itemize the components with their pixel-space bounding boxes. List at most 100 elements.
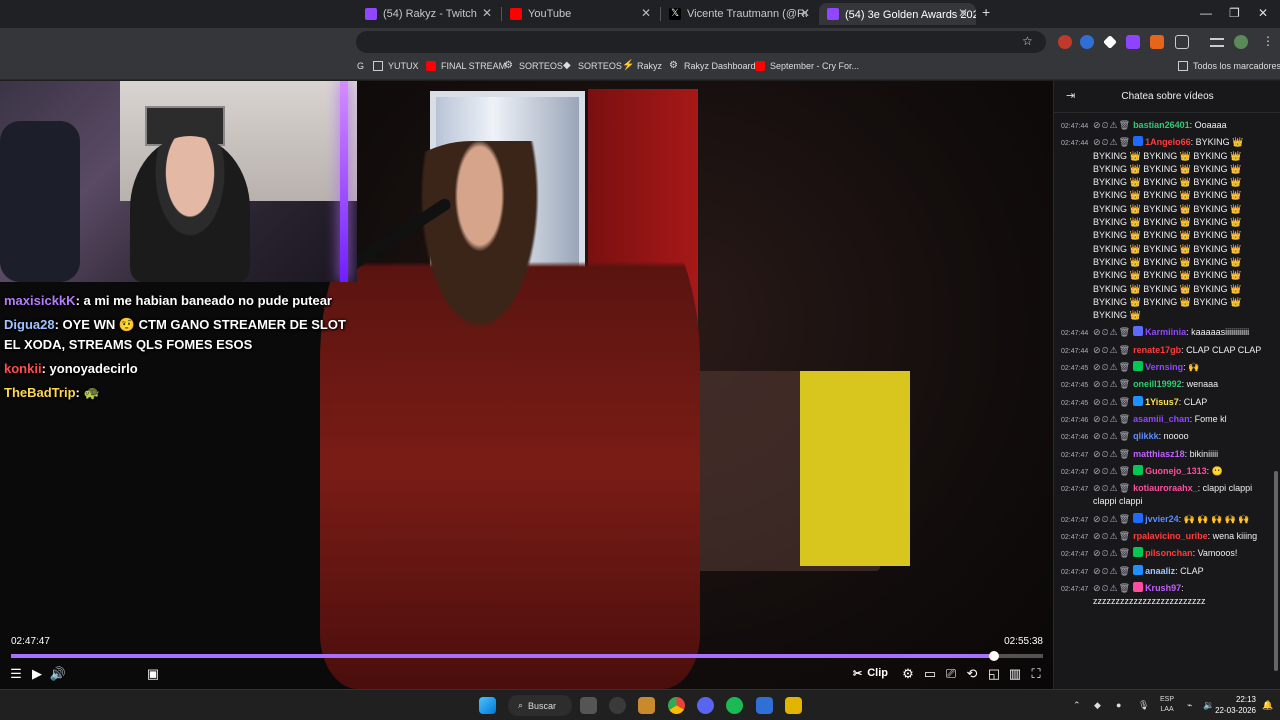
extension-icon[interactable]	[1103, 35, 1117, 49]
tab-x-profile[interactable]: 𝕏 Vicente Trautmann (@Rakyzlol) ✕	[661, 3, 818, 25]
chat-username[interactable]: Guonejo_1313	[1145, 466, 1207, 476]
bookmark-item[interactable]: ◆ SORTEOS	[563, 61, 622, 72]
bookmark-item[interactable]: FINAL STREAM	[426, 61, 506, 71]
close-icon[interactable]: ✕	[482, 6, 492, 20]
chat-text: : bikiniiiii	[1184, 448, 1219, 459]
app-icon[interactable]	[785, 697, 802, 714]
mod-tools-icon[interactable]: ⊘⏲⚠🗑	[1093, 430, 1131, 443]
url-input[interactable]	[356, 31, 1046, 53]
chat-username[interactable]: Karmiinia	[1145, 327, 1186, 337]
volume-icon[interactable]: 🔉	[1203, 700, 1214, 711]
theatre-icon[interactable]: ▣	[144, 665, 162, 683]
mod-tools-icon[interactable]: ⊘⏲⚠🗑	[1093, 547, 1131, 560]
chat-username[interactable]: pilsonchan	[1145, 548, 1193, 558]
chat-username[interactable]: asamiii_chan	[1133, 414, 1190, 424]
mod-tools-icon[interactable]: ⊘⏲⚠🗑	[1093, 530, 1131, 543]
mod-tools-icon[interactable]: ⊘⏲⚠🗑	[1093, 465, 1131, 478]
avatar[interactable]	[1234, 35, 1248, 49]
tab-golden-awards[interactable]: (54) 3e Golden Awards 2026 ✨ ✕	[819, 3, 976, 25]
media-icon[interactable]	[1210, 38, 1224, 47]
miniplayer-icon[interactable]: ◱	[985, 665, 1003, 683]
close-icon[interactable]: ✕	[800, 6, 810, 20]
notification-icon[interactable]: 🔔	[1262, 700, 1273, 711]
mod-tools-icon[interactable]: ⊘⏲⚠🗑	[1093, 361, 1131, 374]
puzzle-icon[interactable]	[1175, 35, 1189, 49]
taskbar-search[interactable]: ⌕ Buscar	[508, 695, 572, 716]
chrome-icon[interactable]	[668, 697, 685, 714]
settings-icon[interactable]: ⚙	[899, 665, 917, 683]
mod-tools-icon[interactable]: ⊘⏲⚠🗑	[1093, 448, 1131, 461]
app-icon[interactable]	[638, 697, 655, 714]
chapters-icon[interactable]: ☰	[7, 665, 25, 683]
extension-icon[interactable]	[1126, 35, 1140, 49]
tab-youtube[interactable]: YouTube ✕	[502, 3, 659, 25]
play-icon[interactable]: ▶	[28, 665, 46, 683]
volume-icon[interactable]: 🔊	[49, 665, 67, 683]
chevron-up-icon[interactable]: ⌃	[1073, 700, 1081, 711]
tray-app-icon[interactable]: ◆	[1094, 700, 1101, 711]
chat-username[interactable]: kotiauroraahx_	[1133, 483, 1198, 493]
bookmark-item[interactable]: ⚡ Rakyz	[622, 61, 662, 72]
bookmark-item[interactable]: YUTUX	[373, 61, 419, 71]
captions-icon[interactable]: ▭	[921, 665, 939, 683]
microphone-icon[interactable]: 🎙	[1138, 700, 1149, 711]
mod-tools-icon[interactable]: ⊘⏲⚠🗑	[1093, 482, 1131, 495]
fullscreen-icon[interactable]: ⛶	[1027, 665, 1045, 683]
system-clock[interactable]: 22:13 22-03-2026	[1215, 694, 1256, 716]
more-menu-icon[interactable]: ⋮	[1262, 34, 1274, 48]
chat-username[interactable]: matthiasz18	[1133, 449, 1185, 459]
chat-username[interactable]: renate17gb	[1133, 345, 1181, 355]
discord-icon[interactable]	[697, 697, 714, 714]
chat-username[interactable]: qlikkk	[1133, 431, 1159, 441]
mod-tools-icon[interactable]: ⊘⏲⚠🗑	[1093, 513, 1131, 526]
tab-rakyz-twitch[interactable]: (54) Rakyz - Twitch ✕	[357, 3, 500, 25]
chat-username[interactable]: 1Angelo66	[1145, 137, 1191, 147]
close-icon[interactable]: ✕	[641, 6, 651, 20]
bookmark-item[interactable]: ⚙ Rakyz Dashboard	[669, 61, 756, 72]
language-indicator[interactable]: ESP LAA	[1160, 695, 1174, 715]
chat-username[interactable]: 1Yisus7	[1145, 397, 1179, 407]
chat-username[interactable]: anaaliz	[1145, 566, 1175, 576]
chat-username[interactable]: Krush97	[1145, 583, 1181, 593]
minimize-icon[interactable]: —	[1200, 6, 1212, 20]
new-tab-button[interactable]: +	[982, 4, 990, 20]
app-icon[interactable]	[756, 697, 773, 714]
restore-icon[interactable]: ❐	[1229, 6, 1240, 20]
mod-tools-icon[interactable]: ⊘⏲⚠🗑	[1093, 396, 1131, 409]
task-view-icon[interactable]	[580, 697, 597, 714]
chat-username[interactable]: rpalavicino_uribe	[1133, 531, 1208, 541]
all-bookmarks[interactable]: Todos los marcadores	[1178, 61, 1280, 71]
spotify-icon[interactable]	[726, 697, 743, 714]
chat-username[interactable]: jvvier24	[1145, 514, 1179, 524]
tray-app-icon[interactable]: ●	[1116, 700, 1121, 710]
close-icon[interactable]: ✕	[958, 6, 968, 20]
theatre-mode-icon[interactable]: ▥	[1006, 665, 1024, 683]
mod-tools-icon[interactable]: ⊘⏲⚠🗑	[1093, 136, 1131, 149]
app-icon[interactable]	[609, 697, 626, 714]
chat-username[interactable]: bastian26401	[1133, 120, 1190, 130]
video-player[interactable]: maxisickkK: a mi me habian baneado no pu…	[0, 81, 1053, 689]
chat-username[interactable]: oneill19992	[1133, 379, 1182, 389]
rewind-icon[interactable]: ⟲	[963, 665, 981, 683]
windows-start-icon[interactable]	[479, 697, 496, 714]
mod-tools-icon[interactable]: ⊘⏲⚠🗑	[1093, 378, 1131, 391]
bookmark-item[interactable]: September - Cry For...	[755, 61, 859, 71]
seek-bar[interactable]	[11, 651, 1043, 661]
chat-scrollbar[interactable]	[1274, 471, 1278, 671]
mod-tools-icon[interactable]: ⊘⏲⚠🗑	[1093, 582, 1131, 595]
chat-username[interactable]: Vernsing	[1145, 362, 1183, 372]
extension-icon[interactable]	[1058, 35, 1072, 49]
close-window-icon[interactable]: ✕	[1258, 6, 1268, 20]
star-icon[interactable]: ☆	[1022, 34, 1033, 48]
extension-icon[interactable]	[1080, 35, 1094, 49]
network-icon[interactable]: ⌁	[1187, 700, 1192, 711]
bookmark-item[interactable]: ⚙ SORTEOS	[504, 61, 563, 72]
mod-tools-icon[interactable]: ⊘⏲⚠🗑	[1093, 326, 1131, 339]
mod-tools-icon[interactable]: ⊘⏲⚠🗑	[1093, 119, 1131, 132]
mod-tools-icon[interactable]: ⊘⏲⚠🗑	[1093, 413, 1131, 426]
cast-icon[interactable]: ⎚	[942, 665, 960, 683]
extension-icon[interactable]	[1150, 35, 1164, 49]
mod-tools-icon[interactable]: ⊘⏲⚠🗑	[1093, 565, 1131, 578]
clip-button[interactable]: ✂ Clip	[847, 663, 894, 683]
mod-tools-icon[interactable]: ⊘⏲⚠🗑	[1093, 344, 1131, 357]
